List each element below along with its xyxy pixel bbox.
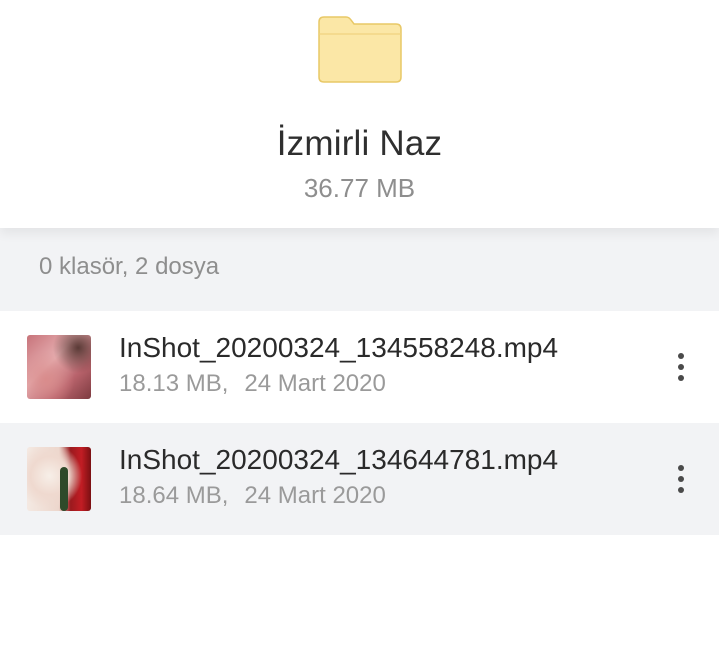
folder-icon [318, 16, 402, 83]
file-size: 18.13 MB, [119, 370, 229, 397]
file-date: 24 Mart 2020 [244, 482, 386, 509]
file-row[interactable]: InShot_20200324_134644781.mp4 18.64 MB, 2… [0, 423, 719, 535]
video-thumbnail[interactable] [27, 447, 91, 511]
file-date: 24 Mart 2020 [244, 370, 386, 397]
file-row[interactable]: InShot_20200324_134558248.mp4 18.13 MB, 2… [0, 311, 719, 423]
video-thumbnail[interactable] [27, 335, 91, 399]
file-name: InShot_20200324_134558248.mp4 [119, 332, 559, 363]
more-vertical-icon[interactable] [664, 459, 698, 499]
file-name: InShot_20200324_134644781.mp4 [119, 444, 559, 475]
content-summary: 0 klasör, 2 dosya [39, 253, 220, 280]
file-size: 18.64 MB, [119, 482, 229, 509]
folder-header: İzmirli Naz 36.77 MB [0, 0, 719, 228]
more-vertical-icon[interactable] [664, 347, 698, 387]
folder-size: 36.77 MB [303, 173, 416, 203]
folder-title: İzmirli Naz [276, 124, 443, 163]
file-meta: 18.13 MB, 24 Mart 2020 [119, 369, 386, 399]
file-meta: 18.64 MB, 24 Mart 2020 [119, 481, 386, 511]
